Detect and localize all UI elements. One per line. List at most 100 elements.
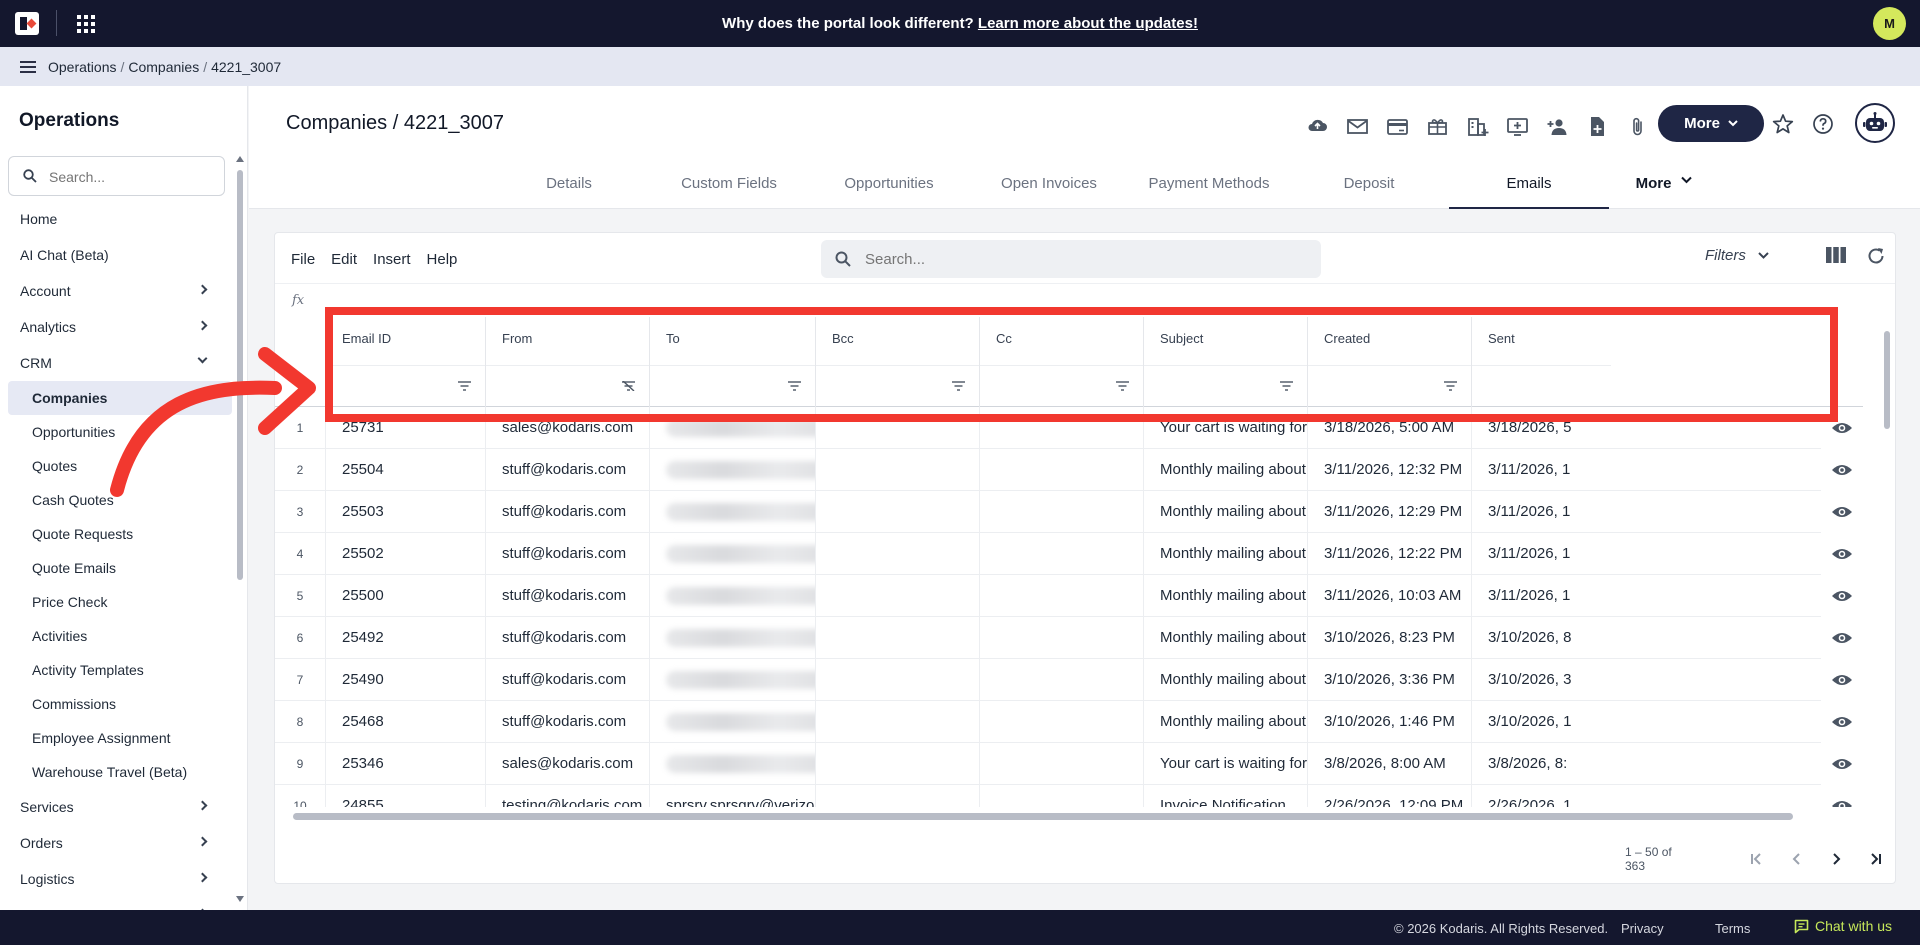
tab-label: Open Invoices [1001,175,1097,192]
table-cell [979,659,1143,701]
star-icon[interactable] [1772,113,1794,135]
scroll-thumb[interactable] [1884,331,1890,429]
table-row[interactable]: 6 25492 stuff@kodaris.com Monthly mailing a… [275,617,1863,659]
breadcrumb-item[interactable]: Operations [48,59,116,75]
grid-search-input[interactable] [865,249,1285,269]
tab-opportunities[interactable]: Opportunities [809,166,969,209]
sidebar-item-price-check[interactable]: Price Check [0,585,232,619]
menu-file[interactable]: File [291,251,315,268]
table-cell: 25504 [325,449,485,491]
next-page-icon[interactable] [1816,847,1855,871]
gift-button[interactable] [1417,111,1457,141]
sidebar-item-logistics[interactable]: Logistics [0,861,232,897]
sidebar-item-ai-chat-beta[interactable]: AI Chat (Beta) [0,237,232,273]
eye-icon[interactable] [1831,463,1853,477]
tab-deposit[interactable]: Deposit [1289,166,1449,209]
eye-icon[interactable] [1831,673,1853,687]
sidebar-item-orders[interactable]: Orders [0,825,232,861]
page-header: Companies / 4221_3007 More Details Custom… [249,86,1920,209]
payment-card-button[interactable] [1377,111,1417,141]
mail-button[interactable] [1337,111,1377,141]
sidebar-search-input[interactable] [49,167,214,187]
building-add-button[interactable] [1457,111,1497,141]
table-cell: 25502 [325,533,485,575]
screen-add-button[interactable] [1497,111,1537,141]
first-page-icon[interactable] [1738,847,1777,871]
refresh-icon[interactable] [1866,246,1886,266]
eye-icon[interactable] [1831,505,1853,519]
eye-icon[interactable] [1831,421,1853,435]
table-cell: Monthly mailing about ... [1143,533,1307,575]
eye-icon[interactable] [1831,799,1853,807]
table-cell [979,743,1143,785]
sidebar-item-employee-assignment[interactable]: Employee Assignment [0,721,232,755]
menu-help[interactable]: Help [427,251,458,268]
privacy-link[interactable]: Privacy [1621,921,1664,936]
eye-icon[interactable] [1831,715,1853,729]
eye-icon[interactable] [1831,547,1853,561]
tab-more[interactable]: More [1609,166,1719,209]
sidebar-item-quote-requests[interactable]: Quote Requests [0,517,232,551]
redacted-email [666,713,815,732]
sidebar-item-activities[interactable]: Activities [0,619,232,653]
sidebar-item-activity-templates[interactable]: Activity Templates [0,653,232,687]
chat-button[interactable]: Chat with us [1794,918,1892,934]
table-row[interactable]: 10 24855 testing@kodaris.com sprsrv.sprsgrv… [275,785,1863,807]
sidebar-item-commissions[interactable]: Commissions [0,687,232,721]
table-row[interactable]: 3 25503 stuff@kodaris.com Monthly mailing a… [275,491,1863,533]
grid-menu: File Edit Insert Help [291,251,457,268]
person-add-button[interactable] [1537,111,1577,141]
sidebar-item-quote-emails[interactable]: Quote Emails [0,551,232,585]
sidebar-item-services[interactable]: Services [0,789,232,825]
menu-edit[interactable]: Edit [331,251,357,268]
tab-open-invoices[interactable]: Open Invoices [969,166,1129,209]
last-page-icon[interactable] [1856,847,1895,871]
table-row[interactable]: 4 25502 stuff@kodaris.com Monthly mailing a… [275,533,1863,575]
banner-link[interactable]: Learn more about the updates! [978,15,1198,32]
row-number: 10 [293,799,307,807]
scroll-down-icon[interactable] [236,896,244,902]
menu-icon[interactable] [20,61,36,73]
attachment-button[interactable] [1617,111,1657,141]
avatar[interactable]: M [1873,7,1906,40]
document-add-button[interactable] [1577,111,1617,141]
filters-dropdown[interactable]: Filters [1705,247,1769,264]
eye-icon[interactable] [1831,757,1853,771]
table-row[interactable]: 9 25346 sales@kodaris.com Your cart is wait… [275,743,1863,785]
table-row[interactable]: 7 25490 stuff@kodaris.com Monthly mailing a… [275,659,1863,701]
row-number: 5 [296,589,304,603]
sidebar-item-home[interactable]: Home [0,201,232,237]
scroll-up-icon[interactable] [236,156,244,162]
table-row[interactable]: 5 25500 stuff@kodaris.com Monthly mailing a… [275,575,1863,617]
vertical-scrollbar[interactable] [1881,317,1893,807]
tab-emails[interactable]: Emails [1449,166,1609,209]
horizontal-scrollbar[interactable] [285,811,1881,821]
tab-details[interactable]: Details [489,166,649,209]
sidebar-item-label: Warehouse Travel (Beta) [32,764,188,780]
scroll-thumb[interactable] [293,813,1793,820]
tab-payment-methods[interactable]: Payment Methods [1129,166,1289,209]
tab-label: Opportunities [844,175,934,192]
terms-link[interactable]: Terms [1715,921,1750,936]
chat-label: Chat with us [1815,918,1893,934]
more-button[interactable]: More [1658,105,1764,142]
table-cell: 3/11/2026, 10:03 AM [1307,575,1471,617]
eye-icon[interactable] [1831,631,1853,645]
cloud-upload-button[interactable] [1297,111,1337,141]
breadcrumb-item[interactable]: Companies [128,59,199,75]
table-row[interactable]: 8 25468 stuff@kodaris.com Monthly mailing a… [275,701,1863,743]
columns-icon[interactable] [1826,247,1846,263]
assistant-bot-icon[interactable] [1855,103,1895,143]
help-icon[interactable] [1812,113,1834,135]
tab-custom-fields[interactable]: Custom Fields [649,166,809,209]
breadcrumb-item: 4221_3007 [211,59,282,75]
sidebar-item-customers[interactable]: Customers [0,897,232,910]
eye-icon[interactable] [1831,589,1853,603]
table-row[interactable]: 2 25504 stuff@kodaris.com Monthly mailing a… [275,449,1863,491]
table-cell: 3/8/2026, 8:00 AM [1307,743,1471,785]
previous-page-icon[interactable] [1777,847,1816,871]
sidebar-item-account[interactable]: Account [0,273,232,309]
pagination: 1 – 50 of 363 [1625,845,1895,873]
sidebar-item-warehouse-travel-beta[interactable]: Warehouse Travel (Beta) [0,755,232,789]
menu-insert[interactable]: Insert [373,251,411,268]
